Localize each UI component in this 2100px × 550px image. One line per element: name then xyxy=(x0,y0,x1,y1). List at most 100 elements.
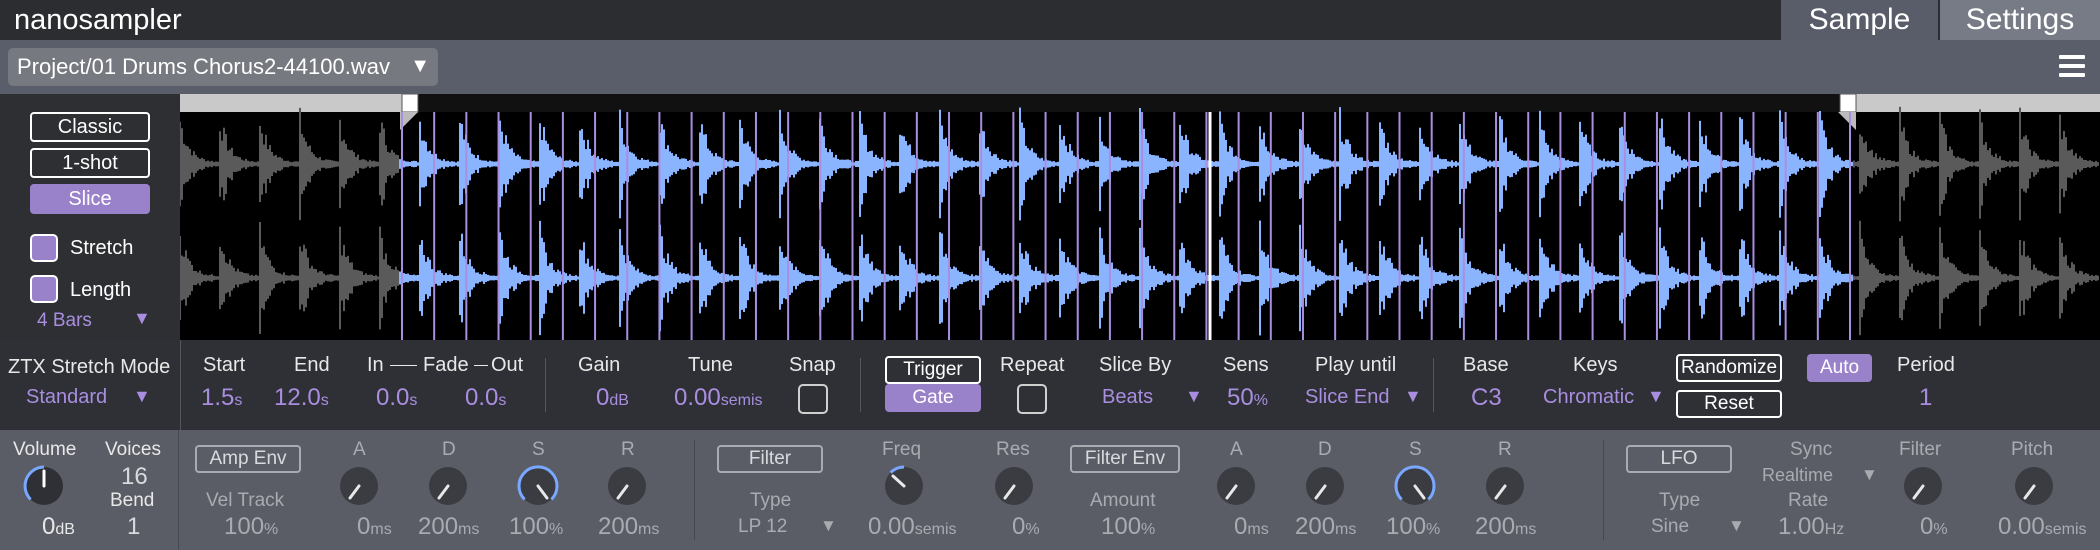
slice-by-value[interactable]: Beats xyxy=(1102,386,1153,409)
keys-dropdown-icon[interactable]: ▼ xyxy=(1647,386,1665,407)
auto-button[interactable]: Auto xyxy=(1807,354,1872,382)
amp-a-knob[interactable] xyxy=(337,464,381,508)
repeat-checkbox[interactable] xyxy=(1017,384,1047,414)
period-label: Period xyxy=(1897,354,1955,376)
trigger-button[interactable]: Trigger xyxy=(885,356,981,384)
amp-r-label: R xyxy=(621,439,635,460)
start-value[interactable]: 1.5s xyxy=(201,384,242,412)
mode-1shot-button[interactable]: 1-shot xyxy=(30,148,150,178)
period-value[interactable]: 1 xyxy=(1919,384,1932,412)
amp-r-knob[interactable] xyxy=(605,464,649,508)
filter-env-button[interactable]: Filter Env xyxy=(1070,445,1180,473)
amp-d-label: D xyxy=(442,439,456,460)
fenv-d-value[interactable]: 200ms xyxy=(1295,513,1356,541)
amp-s-label: S xyxy=(532,439,545,460)
amp-s-knob[interactable] xyxy=(516,464,560,508)
fade-label: Fade xyxy=(423,354,469,376)
voices-value[interactable]: 16 xyxy=(121,463,148,491)
snap-checkbox[interactable] xyxy=(798,384,828,414)
keys-value[interactable]: Chromatic xyxy=(1543,386,1634,409)
play-until-dropdown-icon[interactable]: ▼ xyxy=(1404,386,1422,407)
play-until-value[interactable]: Slice End xyxy=(1305,386,1390,409)
waveform-svg[interactable] xyxy=(179,93,2100,340)
fenv-s-value[interactable]: 100% xyxy=(1386,513,1440,541)
volume-label: Volume xyxy=(13,439,77,460)
freq-knob[interactable] xyxy=(882,464,926,508)
file-selector[interactable]: Project/01 Drums Chorus2-44100.wav ▼ xyxy=(8,48,438,86)
fade-out-value[interactable]: 0.0s xyxy=(465,384,506,412)
voices-label: Voices xyxy=(105,439,161,460)
randomize-button[interactable]: Randomize xyxy=(1676,354,1782,382)
stretch-mode-value[interactable]: Standard xyxy=(26,386,107,409)
bend-value[interactable]: 1 xyxy=(127,513,140,541)
lfo-filter-value[interactable]: 0% xyxy=(1920,513,1948,541)
res-value[interactable]: 0% xyxy=(1012,513,1040,541)
lfo-type-value[interactable]: Sine xyxy=(1651,516,1689,538)
stretch-mode-dropdown-icon[interactable]: ▼ xyxy=(133,386,151,407)
gate-button[interactable]: Gate xyxy=(885,384,981,412)
filter-type-dropdown-icon[interactable]: ▼ xyxy=(820,516,837,536)
base-value[interactable]: C3 xyxy=(1471,384,1502,412)
stretch-label: Stretch xyxy=(70,237,134,259)
menu-icon[interactable] xyxy=(2059,55,2085,79)
slice-by-dropdown-icon[interactable]: ▼ xyxy=(1185,386,1203,407)
fenv-a-value[interactable]: 0ms xyxy=(1234,513,1269,541)
mode-slice-button[interactable]: Slice xyxy=(30,184,150,214)
tune-value[interactable]: 0.00semis xyxy=(674,384,763,412)
amp-env-button[interactable]: Amp Env xyxy=(195,445,301,473)
divider xyxy=(180,340,181,430)
volume-knob[interactable] xyxy=(22,464,66,508)
filter-env-amount-value[interactable]: 100% xyxy=(1101,513,1155,541)
filter-button[interactable]: Filter xyxy=(717,445,823,473)
lfo-type-dropdown-icon[interactable]: ▼ xyxy=(1728,516,1745,536)
freq-value[interactable]: 0.00semis xyxy=(868,513,957,541)
repeat-label: Repeat xyxy=(1000,354,1065,376)
waveform-display[interactable] xyxy=(179,93,2100,340)
lfo-rate-value[interactable]: 1.00Hz xyxy=(1778,513,1844,541)
lfo-sync-value[interactable]: Realtime xyxy=(1762,465,1833,486)
res-knob[interactable] xyxy=(992,464,1036,508)
amp-r-value[interactable]: 200ms xyxy=(598,513,659,541)
freq-label: Freq xyxy=(882,439,922,460)
filter-type-label: Type xyxy=(750,490,792,511)
fenv-r-knob[interactable] xyxy=(1483,464,1527,508)
fade-in-label: In xyxy=(367,354,384,376)
end-value[interactable]: 12.0s xyxy=(274,384,329,412)
filter-type-value[interactable]: LP 12 xyxy=(738,516,787,538)
length-dropdown-icon[interactable]: ▼ xyxy=(133,308,151,329)
length-checkbox[interactable] xyxy=(30,275,58,303)
stretch-checkbox[interactable] xyxy=(30,234,58,262)
gain-label: Gain xyxy=(578,354,621,376)
lfo-sync-dropdown-icon[interactable]: ▼ xyxy=(1861,465,1878,485)
fade-in-value[interactable]: 0.0s xyxy=(376,384,417,412)
amp-s-value[interactable]: 100% xyxy=(509,513,563,541)
gain-value[interactable]: 0dB xyxy=(596,384,629,412)
reset-button[interactable]: Reset xyxy=(1676,390,1782,418)
lfo-button[interactable]: LFO xyxy=(1626,445,1732,473)
fenv-a-knob[interactable] xyxy=(1214,464,1258,508)
lfo-type-label: Type xyxy=(1659,490,1701,511)
amp-d-value[interactable]: 200ms xyxy=(418,513,479,541)
length-value[interactable]: 4 Bars xyxy=(37,310,92,332)
start-handle[interactable] xyxy=(401,93,419,113)
file-bar: Project/01 Drums Chorus2-44100.wav ▼ xyxy=(0,40,2100,94)
tab-settings[interactable]: Settings xyxy=(1940,0,2100,40)
fenv-d-label: D xyxy=(1318,439,1332,460)
fenv-d-knob[interactable] xyxy=(1303,464,1347,508)
lfo-filter-knob[interactable] xyxy=(1901,464,1945,508)
amp-a-value[interactable]: 0ms xyxy=(357,513,392,541)
fenv-r-value[interactable]: 200ms xyxy=(1475,513,1536,541)
lfo-pitch-value[interactable]: 0.00semis xyxy=(1998,513,2087,541)
end-label: End xyxy=(294,354,330,376)
slice-by-label: Slice By xyxy=(1099,354,1172,376)
sens-value[interactable]: 50% xyxy=(1227,384,1268,412)
volume-value[interactable]: 0dB xyxy=(42,513,75,541)
mode-classic-button[interactable]: Classic xyxy=(30,112,150,142)
amp-d-knob[interactable] xyxy=(426,464,470,508)
fenv-s-knob[interactable] xyxy=(1393,464,1437,508)
tab-sample[interactable]: Sample xyxy=(1781,0,1938,40)
amp-a-label: A xyxy=(353,439,366,460)
end-handle[interactable] xyxy=(1839,93,1857,113)
lfo-pitch-knob[interactable] xyxy=(2012,464,2056,508)
vel-track-value[interactable]: 100% xyxy=(224,513,278,541)
